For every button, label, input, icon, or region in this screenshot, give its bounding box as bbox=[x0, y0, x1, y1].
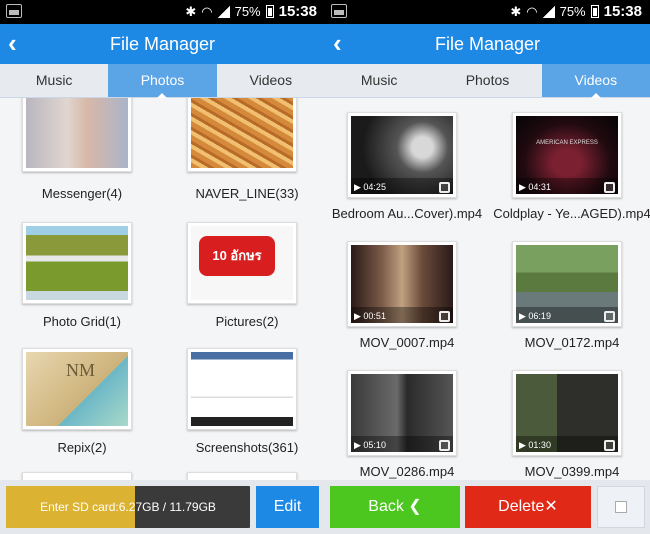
bottom-toolbar: Enter SD card:6.27GB / 11.79GB Edit bbox=[0, 480, 325, 534]
video-thumbnail: ▶ 04:25 bbox=[347, 112, 457, 198]
tab-videos[interactable]: Videos bbox=[217, 64, 325, 97]
select-checkbox[interactable] bbox=[439, 311, 450, 322]
tab-photos[interactable]: Photos bbox=[108, 64, 217, 98]
video-duration: ▶ 04:31 bbox=[519, 182, 551, 192]
select-checkbox[interactable] bbox=[439, 440, 450, 451]
album-label: Screenshots(361) bbox=[195, 440, 299, 455]
delete-button[interactable]: Delete✕ bbox=[465, 486, 591, 528]
album-label: Photo Grid(1) bbox=[42, 314, 122, 329]
album-thumbnail bbox=[22, 222, 132, 304]
album-label: Messenger(4) bbox=[41, 186, 123, 201]
album-thumbnail: 10 อักษร bbox=[187, 222, 297, 304]
video-thumbnail: ▶ 01:30 bbox=[512, 370, 622, 456]
album-thumbnail bbox=[22, 98, 132, 172]
tab-bar: Music Photos Videos bbox=[325, 64, 650, 98]
video-label: MOV_0172.mp4 bbox=[524, 335, 620, 350]
select-checkbox[interactable] bbox=[604, 440, 615, 451]
video-thumbnail: AMERICAN EXPRESS ▶ 04:31 bbox=[512, 112, 622, 198]
gallery-notification-icon bbox=[6, 4, 22, 18]
coca-cola-can-overlay: 10 อักษร bbox=[199, 236, 275, 276]
bluetooth-icon: ✱ bbox=[185, 3, 197, 19]
title-bar: ‹ File Manager bbox=[325, 24, 650, 64]
video-duration: ▶ 06:19 bbox=[519, 311, 551, 321]
tab-bar: Music Photos Videos bbox=[0, 64, 325, 98]
select-checkbox[interactable] bbox=[604, 311, 615, 322]
battery-icon bbox=[590, 5, 599, 18]
video-label: Coldplay - Ye...AGED).mp4 bbox=[493, 206, 650, 221]
edit-button[interactable]: Edit bbox=[256, 486, 319, 528]
album-label: NAVER_LINE(33) bbox=[195, 186, 299, 201]
video-label: Bedroom Au...Cover).mp4 bbox=[331, 206, 483, 221]
select-checkbox[interactable] bbox=[439, 182, 450, 193]
select-checkbox[interactable] bbox=[604, 182, 615, 193]
clock: 15:38 bbox=[278, 3, 317, 20]
bottom-toolbar: Back ❮ Delete✕ bbox=[325, 480, 650, 534]
video-thumbnail: ▶ 05:10 bbox=[347, 370, 457, 456]
bluetooth-icon: ✱ bbox=[510, 3, 522, 19]
video-thumbnail: ▶ 06:19 bbox=[512, 241, 622, 327]
album-thumbnail-partial bbox=[187, 472, 297, 480]
video-duration: ▶ 01:30 bbox=[519, 440, 551, 450]
video-label: MOV_0399.mp4 bbox=[524, 464, 620, 479]
status-bar: ✱ ◠ 75% 15:38 bbox=[0, 0, 325, 24]
video-duration: ▶ 04:25 bbox=[354, 182, 386, 192]
video-label: MOV_0007.mp4 bbox=[359, 335, 455, 350]
tab-videos[interactable]: Videos bbox=[541, 64, 650, 98]
back-button[interactable]: Back ❮ bbox=[330, 486, 460, 528]
album-label: Pictures(2) bbox=[215, 314, 279, 329]
sd-card-storage-button[interactable]: Enter SD card:6.27GB / 11.79GB bbox=[6, 486, 250, 528]
album-thumbnail-partial bbox=[22, 472, 132, 480]
select-all-checkbox[interactable] bbox=[597, 486, 645, 528]
title-bar: ‹ File Manager bbox=[0, 24, 325, 64]
tab-music[interactable]: Music bbox=[325, 64, 433, 97]
album-thumbnail: NM bbox=[22, 348, 132, 430]
album-thumbnail bbox=[187, 348, 297, 430]
wifi-icon: ◠ bbox=[526, 3, 538, 19]
status-bar: ✱ ◠ 75% 15:38 bbox=[325, 0, 650, 24]
videos-pane: ✱ ◠ 75% 15:38 ‹ File Manager Music Photo… bbox=[325, 0, 650, 534]
wifi-icon: ◠ bbox=[201, 3, 213, 19]
page-title: File Manager bbox=[109, 34, 216, 54]
concert-overlay-text: AMERICAN EXPRESS bbox=[536, 140, 598, 146]
video-label: MOV_0286.mp4 bbox=[359, 464, 455, 479]
video-grid: ▶ 04:25 Bedroom Au...Cover).mp4 AMERICAN… bbox=[325, 98, 650, 480]
video-thumbnail: ▶ 00:51 bbox=[347, 241, 457, 327]
video-duration: ▶ 05:10 bbox=[354, 440, 386, 450]
clock: 15:38 bbox=[603, 3, 642, 20]
page-title: File Manager bbox=[434, 34, 541, 54]
album-label: Repix(2) bbox=[57, 440, 107, 455]
battery-percent: 75% bbox=[559, 4, 586, 19]
signal-icon bbox=[217, 5, 230, 18]
photos-pane: ✱ ◠ 75% 15:38 ‹ File Manager Music Photo… bbox=[0, 0, 325, 534]
signal-icon bbox=[542, 5, 555, 18]
checkbox-icon bbox=[615, 501, 627, 513]
battery-percent: 75% bbox=[234, 4, 261, 19]
repix-logo-overlay: NM bbox=[66, 360, 96, 380]
photo-album-grid: Messenger(4) NAVER_LINE(33) Photo Grid(1… bbox=[0, 98, 325, 480]
video-duration: ▶ 00:51 bbox=[354, 311, 386, 321]
tab-photos[interactable]: Photos bbox=[433, 64, 541, 97]
album-thumbnail bbox=[187, 98, 297, 172]
storage-text: Enter SD card:6.27GB / 11.79GB bbox=[40, 500, 216, 514]
tab-music[interactable]: Music bbox=[0, 64, 108, 97]
battery-icon bbox=[265, 5, 274, 18]
gallery-notification-icon bbox=[331, 4, 347, 18]
